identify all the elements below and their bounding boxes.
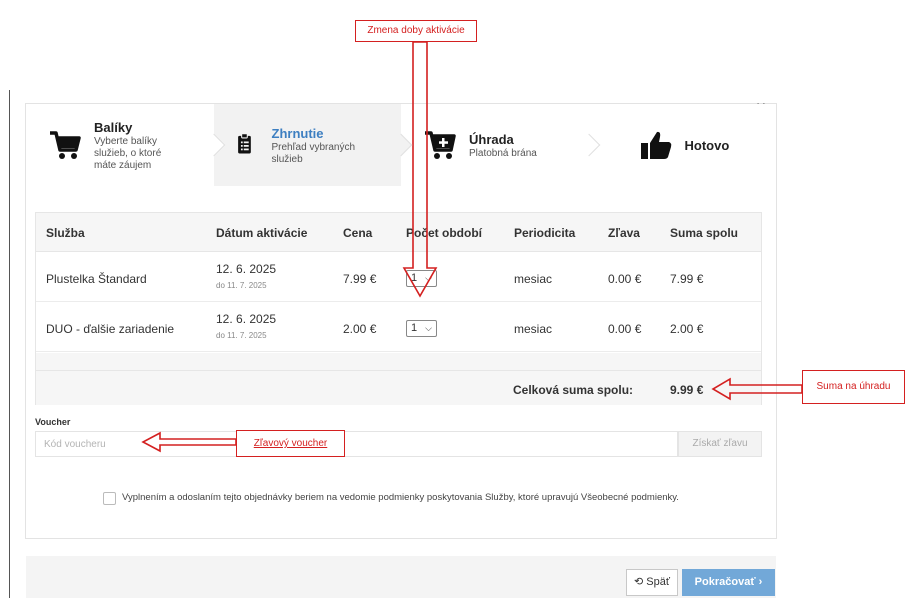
get-discount-button[interactable]: Získať zľavu bbox=[678, 431, 762, 457]
cart-icon bbox=[50, 131, 81, 159]
step-title: Zhrnutie bbox=[271, 125, 324, 141]
step-zhrnutie[interactable]: Zhrnutie Prehľad vybraných služieb bbox=[213, 104, 413, 186]
step-title: Úhrada bbox=[469, 131, 514, 147]
header-periods: Počet období bbox=[406, 226, 482, 240]
thumbs-up-icon bbox=[640, 131, 671, 159]
step-hotovo[interactable]: Hotovo bbox=[588, 104, 776, 186]
annotation-voucher: Zľavový voucher bbox=[236, 430, 345, 457]
total-row: Celková suma spolu: 9.99 € bbox=[36, 371, 761, 405]
step-desc: Prehľad vybraných bbox=[271, 141, 356, 153]
wizard-steps: Balíky Vyberte balíky služieb, o ktoré m… bbox=[26, 104, 776, 186]
table-row: DUO - ďalšie zariadenie 12. 6. 2025 do 1… bbox=[36, 302, 761, 352]
total-label: Celková suma spolu: bbox=[513, 383, 634, 397]
total-value: 9.99 € bbox=[670, 383, 704, 397]
left-divider bbox=[9, 90, 10, 598]
cell-date: 12. 6. 2025 bbox=[216, 312, 277, 326]
step-title: Hotovo bbox=[684, 137, 730, 153]
voucher-label: Voucher bbox=[35, 417, 71, 427]
cell-periodicity: mesiac bbox=[514, 322, 553, 336]
chevron-down-icon: ⌵ bbox=[425, 323, 432, 333]
cell-service: DUO - ďalšie zariadenie bbox=[46, 322, 175, 336]
step-desc: Vyberte balíky bbox=[94, 135, 157, 147]
header-total: Suma spolu bbox=[670, 226, 739, 240]
cell-periodicity: mesiac bbox=[514, 272, 553, 286]
step-title: Balíky bbox=[94, 119, 133, 135]
terms-text: Vyplnením a odoslaním tejto objednávky b… bbox=[122, 492, 679, 503]
table-row: Plustelka Štandard 12. 6. 2025 do 11. 7.… bbox=[36, 252, 761, 302]
voucher-input[interactable] bbox=[35, 431, 678, 457]
header-service: Služba bbox=[46, 226, 85, 240]
step-desc: máte záujem bbox=[94, 159, 152, 171]
periods-select[interactable]: 1 ⌵ bbox=[406, 320, 437, 337]
header-date: Dátum aktivácie bbox=[216, 226, 308, 240]
header-price: Cena bbox=[343, 226, 373, 240]
step-uhrada[interactable]: Úhrada Platobná brána bbox=[401, 104, 600, 186]
continue-button[interactable]: Pokračovať › bbox=[682, 569, 775, 596]
cart-plus-icon bbox=[425, 131, 456, 159]
clipboard-icon bbox=[237, 133, 251, 154]
header-periodicity: Periodicita bbox=[514, 226, 576, 240]
annotation-activation: Zmena doby aktivácie bbox=[355, 20, 477, 42]
cell-total: 7.99 € bbox=[670, 272, 704, 286]
table-header: Služba Dátum aktivácie Cena Počet období… bbox=[36, 213, 761, 252]
cell-price: 7.99 € bbox=[343, 272, 377, 286]
step-desc: služieb bbox=[271, 153, 303, 165]
table-spacer bbox=[36, 353, 761, 371]
periods-value: 1 bbox=[411, 272, 418, 284]
back-button[interactable]: ⟲ Späť bbox=[626, 569, 678, 596]
cell-date: 12. 6. 2025 bbox=[216, 262, 277, 276]
summary-table: Služba Dátum aktivácie Cena Počet období… bbox=[35, 212, 762, 405]
cell-total: 2.00 € bbox=[670, 322, 704, 336]
chevron-down-icon: ⌵ bbox=[425, 273, 432, 283]
annotation-sum: Suma na úhradu bbox=[802, 370, 905, 404]
cell-until: do 11. 7. 2025 bbox=[216, 331, 267, 340]
cell-discount: 0.00 € bbox=[608, 322, 642, 336]
periods-select[interactable]: 1 ⌵ bbox=[406, 270, 437, 287]
cell-discount: 0.00 € bbox=[608, 272, 642, 286]
cell-until: do 11. 7. 2025 bbox=[216, 281, 267, 290]
step-desc: Platobná brána bbox=[469, 147, 537, 159]
step-baliky[interactable]: Balíky Vyberte balíky služieb, o ktoré m… bbox=[26, 104, 225, 186]
step-desc: služieb, o ktoré bbox=[94, 147, 162, 159]
header-discount: Zľava bbox=[608, 226, 640, 240]
periods-value: 1 bbox=[411, 322, 418, 334]
cell-price: 2.00 € bbox=[343, 322, 377, 336]
terms-checkbox[interactable] bbox=[103, 492, 116, 505]
cell-service: Plustelka Štandard bbox=[46, 272, 147, 286]
